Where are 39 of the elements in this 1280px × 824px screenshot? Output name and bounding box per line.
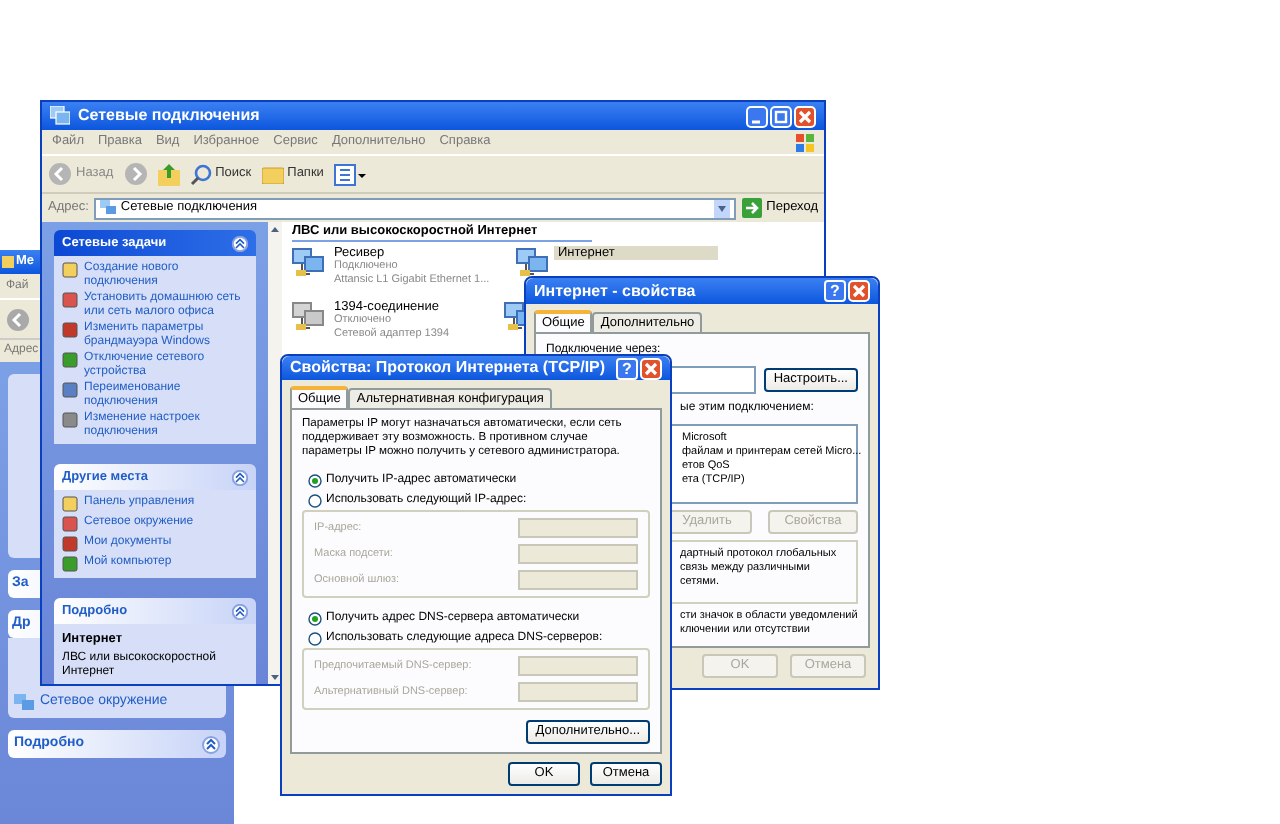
input-field[interactable] — [518, 518, 638, 538]
radio-button[interactable] — [308, 493, 322, 507]
network-connection-icon — [292, 302, 324, 330]
radio-button[interactable] — [308, 611, 322, 625]
input-field[interactable] — [518, 682, 638, 702]
window-title: Интернет - свойства — [534, 279, 696, 303]
help-button[interactable]: ? — [824, 280, 846, 302]
close-icon[interactable] — [640, 357, 662, 379]
collapse-icon — [202, 735, 220, 753]
search-icon — [189, 163, 212, 185]
close-icon[interactable] — [848, 280, 870, 302]
network-icon — [14, 694, 34, 712]
folder-icon — [261, 164, 284, 184]
radio-button[interactable] — [308, 631, 322, 645]
help-button[interactable]: ? — [616, 357, 638, 379]
dropdown-icon — [714, 199, 731, 217]
collapse-icon — [232, 603, 248, 619]
minimize-icon[interactable] — [746, 105, 768, 127]
radio-button[interactable] — [308, 473, 322, 487]
collapse-icon — [232, 235, 248, 251]
network-connection-icon — [516, 248, 548, 276]
scroll-down-icon — [268, 670, 282, 684]
maximize-icon[interactable] — [770, 105, 792, 127]
go-arrow-icon — [742, 198, 763, 218]
windows-flag-icon — [796, 133, 814, 151]
collapse-icon — [232, 469, 248, 485]
input-field[interactable] — [518, 544, 638, 564]
scrollbar[interactable] — [268, 222, 282, 684]
window-title: Свойства: Протокол Интернета (TCP/IP) — [290, 356, 606, 380]
input-field[interactable] — [518, 570, 638, 590]
network-connection-icon — [292, 248, 324, 276]
network-icon — [100, 200, 117, 216]
input-field[interactable] — [518, 656, 638, 676]
window-title: Сетевые подключения — [78, 104, 262, 128]
view-grid-icon[interactable] — [333, 163, 366, 185]
up-folder-icon[interactable] — [157, 163, 180, 185]
network-icon — [50, 106, 70, 126]
folder-icon — [2, 256, 14, 268]
close-icon[interactable] — [794, 105, 816, 127]
